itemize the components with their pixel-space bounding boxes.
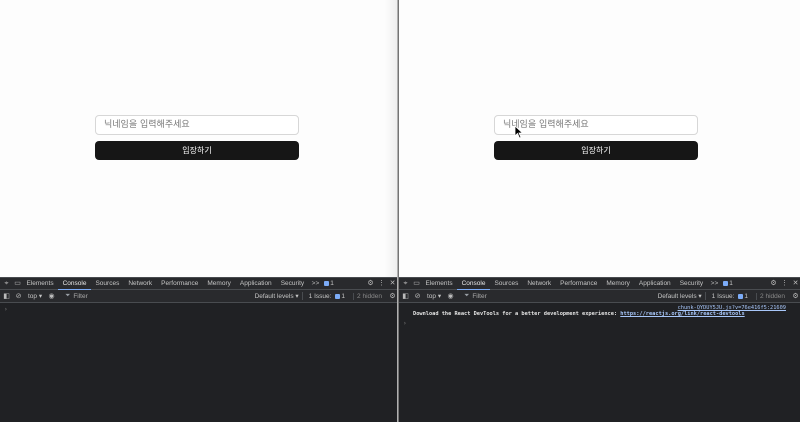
issues-label: 1 Issue: (308, 292, 332, 300)
tab-elements[interactable]: Elements (421, 278, 457, 290)
log-levels-dropdown[interactable]: Default levels ▾ (655, 292, 706, 300)
nickname-input[interactable] (95, 115, 299, 135)
screen: 입장하기 ⌖ ▭ Elements Console Sources Networ… (0, 0, 800, 422)
more-tabs-button[interactable]: >> (708, 280, 722, 287)
inspect-element-icon[interactable]: ⌖ (2, 279, 11, 288)
log-message: Download the React DevTools for a better… (413, 311, 786, 317)
filter-icon: ⏷ (65, 292, 71, 299)
tab-security[interactable]: Security (675, 278, 707, 290)
left-browser-pane: 입장하기 ⌖ ▭ Elements Console Sources Networ… (0, 0, 397, 422)
enter-button[interactable]: 입장하기 (494, 141, 698, 160)
console-settings-gear-icon[interactable]: ⚙ (791, 292, 800, 301)
enter-button[interactable]: 입장하기 (95, 141, 299, 160)
issue-icon (324, 281, 330, 286)
issue-icon (723, 281, 729, 286)
sidebar-toggle-icon[interactable]: ◧ (401, 292, 410, 301)
react-devtools-link[interactable]: https://reactjs.org/link/react-devtools (620, 311, 744, 317)
tab-console[interactable]: Console (58, 278, 91, 290)
live-expression-eye-icon[interactable]: ◉ (47, 292, 56, 301)
tab-network[interactable]: Network (523, 278, 556, 290)
issues-badge[interactable]: 1 (322, 280, 336, 287)
log-levels-dropdown[interactable]: Default levels ▾ (252, 292, 303, 300)
right-browser-pane: 입장하기 ⌖ ▭ Elements Console Sources Networ… (399, 0, 800, 422)
issues-count: 1 (341, 292, 346, 300)
console-settings-gear-icon[interactable]: ⚙ (388, 292, 397, 301)
tab-memory[interactable]: Memory (602, 278, 634, 290)
clear-console-icon[interactable]: ⊘ (14, 292, 23, 301)
issues-badge-count: 1 (330, 280, 334, 287)
nickname-input[interactable] (494, 115, 698, 135)
devtools-panel: ⌖ ▭ Elements Console Sources Network Per… (0, 277, 397, 422)
app-viewport: 입장하기 (399, 0, 800, 277)
device-toolbar-icon[interactable]: ▭ (13, 279, 22, 288)
devtools-tab-bar: ⌖ ▭ Elements Console Sources Network Per… (399, 277, 800, 290)
console-log-entry: chunk-QYDUY5JU.js?v=76e416f5:21609 Downl… (399, 303, 800, 317)
tab-sources[interactable]: Sources (490, 278, 523, 290)
issues-counter[interactable]: 1 Issue: 1 (709, 293, 753, 300)
settings-gear-icon[interactable]: ⚙ (769, 279, 778, 288)
app-viewport: 입장하기 (0, 0, 397, 277)
tab-performance[interactable]: Performance (157, 278, 203, 290)
more-options-icon[interactable]: ⋮ (780, 279, 789, 288)
mouse-cursor-icon (514, 125, 524, 139)
issues-count: 1 (744, 292, 749, 300)
close-icon[interactable]: ✕ (388, 279, 397, 288)
log-message-text: Download the React DevTools for a better… (413, 311, 621, 317)
sidebar-toggle-icon[interactable]: ◧ (2, 292, 11, 301)
issues-badge-count: 1 (729, 280, 733, 287)
tab-elements[interactable]: Elements (22, 278, 58, 290)
console-prompt[interactable]: › (399, 317, 800, 327)
devtools-tab-bar: ⌖ ▭ Elements Console Sources Network Per… (0, 277, 397, 290)
more-options-icon[interactable]: ⋮ (377, 279, 386, 288)
issues-label: 1 Issue: (711, 292, 735, 300)
close-icon[interactable]: ✕ (791, 279, 800, 288)
inspect-element-icon[interactable]: ⌖ (401, 279, 410, 288)
context-selector[interactable]: top ▾ (425, 292, 443, 300)
tab-performance[interactable]: Performance (556, 278, 602, 290)
tab-network[interactable]: Network (124, 278, 157, 290)
filter-box: ⏷ (59, 292, 249, 301)
device-toolbar-icon[interactable]: ▭ (412, 279, 421, 288)
filter-input[interactable] (472, 292, 652, 300)
devtools-panel: ⌖ ▭ Elements Console Sources Network Per… (399, 277, 800, 422)
pane-shadow (385, 0, 397, 277)
filter-icon: ⏷ (464, 292, 470, 299)
context-selector[interactable]: top ▾ (26, 292, 44, 300)
more-tabs-button[interactable]: >> (309, 280, 323, 287)
hidden-messages-count: 2 hidden (756, 292, 788, 300)
console-toolbar: ◧ ⊘ top ▾ ◉ ⏷ Default levels ▾ 1 Issue:1… (0, 290, 397, 303)
issues-counter[interactable]: 1 Issue: 1 (306, 293, 350, 300)
clear-console-icon[interactable]: ⊘ (413, 292, 422, 301)
console-prompt[interactable]: › (0, 303, 397, 313)
live-expression-eye-icon[interactable]: ◉ (446, 292, 455, 301)
settings-gear-icon[interactable]: ⚙ (366, 279, 375, 288)
filter-box: ⏷ (458, 292, 652, 301)
issue-icon (335, 293, 341, 299)
hidden-messages-count: 2 hidden (353, 292, 385, 300)
tab-memory[interactable]: Memory (203, 278, 235, 290)
issue-icon (738, 293, 744, 299)
tab-console[interactable]: Console (457, 278, 490, 290)
tab-sources[interactable]: Sources (91, 278, 124, 290)
tab-application[interactable]: Application (634, 278, 675, 290)
filter-input[interactable] (73, 292, 249, 300)
issues-badge[interactable]: 1 (721, 280, 735, 287)
console-toolbar: ◧ ⊘ top ▾ ◉ ⏷ Default levels ▾ 1 Issue:1… (399, 290, 800, 303)
tab-security[interactable]: Security (276, 278, 308, 290)
tab-application[interactable]: Application (235, 278, 276, 290)
